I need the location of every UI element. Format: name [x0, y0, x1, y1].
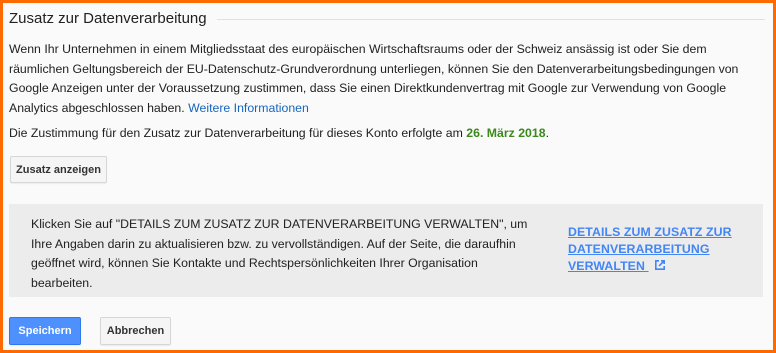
- manage-details-text: Klicken Sie auf "DETAILS ZUM ZUSATZ ZUR …: [31, 217, 528, 290]
- more-info-link[interactable]: Weitere Informationen: [188, 101, 309, 115]
- manage-details-link[interactable]: DETAILS ZUM ZUSATZ ZUR DATENVERARBEITUNG…: [568, 224, 758, 275]
- section-header: Zusatz zur Datenverarbeitung: [9, 10, 765, 27]
- consent-suffix: .: [545, 126, 549, 140]
- manage-details-box: Klicken Sie auf "DETAILS ZUM ZUSATZ ZUR …: [9, 204, 763, 297]
- consent-paragraph: Die Zustimmung für den Zusatz zur Datenv…: [9, 124, 761, 144]
- intro-paragraph: Wenn Ihr Unternehmen in einem Mitgliedss…: [9, 40, 761, 118]
- data-processing-panel: Zusatz zur Datenverarbeitung Wenn Ihr Un…: [3, 3, 773, 350]
- manage-details-link-label: DETAILS ZUM ZUSATZ ZUR DATENVERARBEITUNG…: [568, 225, 732, 273]
- section-title: Zusatz zur Datenverarbeitung: [9, 10, 207, 27]
- section-divider: [216, 19, 765, 20]
- cancel-button[interactable]: Abbrechen: [100, 317, 171, 345]
- save-button[interactable]: Speichern: [9, 317, 81, 345]
- consent-date: 26. März 2018: [466, 126, 546, 140]
- intro-text: Wenn Ihr Unternehmen in einem Mitgliedss…: [9, 42, 739, 115]
- consent-text: Die Zustimmung für den Zusatz zur Datenv…: [9, 126, 463, 140]
- open-in-new-icon: [654, 260, 665, 270]
- show-addendum-button[interactable]: Zusatz anzeigen: [10, 156, 107, 183]
